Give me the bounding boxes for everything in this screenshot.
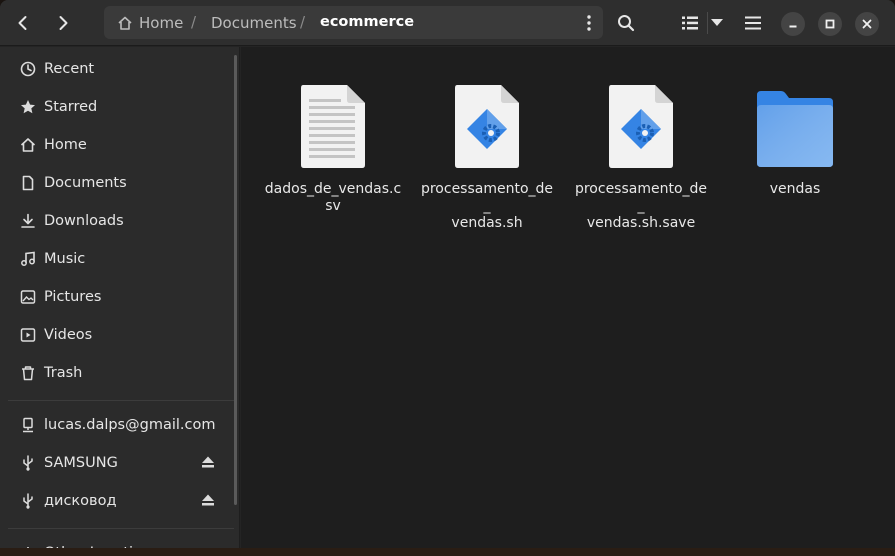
close-button[interactable] bbox=[855, 12, 879, 36]
sidebar-item-label: Music bbox=[44, 251, 86, 267]
menu-icon bbox=[745, 16, 761, 30]
file-manager-window: Home / Documents / ecommerce Recent Star… bbox=[0, 0, 895, 556]
breadcrumb-home[interactable]: Home bbox=[117, 14, 183, 32]
back-icon bbox=[18, 16, 27, 30]
forward-icon bbox=[59, 16, 68, 30]
main-menu-button[interactable] bbox=[736, 6, 770, 40]
list-view-icon bbox=[682, 16, 698, 30]
sidebar-item-label: Home bbox=[44, 137, 87, 153]
maximize-button[interactable] bbox=[818, 12, 842, 36]
file-name: processamento_de_ vendas.sh bbox=[420, 181, 554, 231]
sidebar-separator bbox=[8, 528, 234, 529]
sidebar-item-recent[interactable]: Recent bbox=[8, 51, 228, 87]
sidebar-item-label: lucas.dalps@gmail.com bbox=[44, 417, 216, 433]
eject-icon[interactable] bbox=[201, 493, 215, 511]
breadcrumb-home-label: Home bbox=[139, 14, 184, 32]
sidebar-item-label: SAMSUNG bbox=[44, 455, 118, 471]
desktop-background-strip bbox=[0, 548, 895, 556]
breadcrumb-documents[interactable]: Documents bbox=[211, 14, 297, 32]
online-account-icon bbox=[18, 415, 38, 435]
usb-icon bbox=[18, 453, 38, 473]
maximize-icon bbox=[825, 19, 835, 29]
file-grid: dados_de_vendas.c sv processamento_de_ ven… bbox=[241, 47, 895, 556]
header-bar: Home / Documents / ecommerce bbox=[0, 0, 895, 46]
sidebar-item-label: Starred bbox=[44, 99, 98, 115]
minimize-icon bbox=[789, 25, 797, 28]
file-name: vendas bbox=[769, 181, 821, 197]
sidebar-item-online-account[interactable]: lucas.dalps@gmail.com bbox=[8, 407, 228, 443]
sidebar-item-documents[interactable]: Documents bbox=[8, 165, 228, 201]
breadcrumb-separator: / bbox=[191, 13, 197, 31]
home-icon bbox=[118, 16, 132, 30]
text-file-icon bbox=[260, 73, 406, 169]
eject-icon[interactable] bbox=[201, 455, 215, 473]
folder-item[interactable]: vendas bbox=[722, 73, 868, 198]
download-icon bbox=[18, 211, 38, 231]
sidebar-item-label: Recent bbox=[44, 61, 95, 77]
script-file-icon bbox=[414, 73, 560, 169]
sidebar-item-downloads[interactable]: Downloads bbox=[8, 203, 228, 239]
sidebar-item-label: Videos bbox=[44, 327, 93, 343]
sidebar-item-videos[interactable]: Videos bbox=[8, 317, 228, 353]
folder-icon bbox=[722, 73, 868, 169]
music-icon bbox=[18, 249, 38, 269]
sidebar-item-trash[interactable]: Trash bbox=[8, 355, 228, 391]
trash-icon bbox=[18, 363, 38, 383]
sidebar-scrollbar[interactable] bbox=[234, 55, 237, 505]
sidebar-separator bbox=[8, 400, 234, 401]
sidebar-item-music[interactable]: Music bbox=[8, 241, 228, 277]
star-icon bbox=[18, 97, 38, 117]
path-bar: Home / Documents / ecommerce bbox=[104, 6, 603, 39]
sidebar-item-label: Trash bbox=[44, 365, 83, 381]
breadcrumb-current-label: ecommerce bbox=[320, 14, 415, 30]
usb-icon bbox=[18, 491, 38, 511]
sidebar-item-diskovod[interactable]: дисковод bbox=[8, 483, 228, 519]
minimize-button[interactable] bbox=[781, 12, 805, 36]
forward-button[interactable] bbox=[46, 6, 80, 40]
breadcrumb-separator: / bbox=[300, 13, 306, 31]
script-file-icon bbox=[568, 73, 714, 169]
file-name: processamento_de_ vendas.sh.save bbox=[574, 181, 708, 231]
path-menu-button[interactable] bbox=[576, 7, 602, 38]
view-options-button[interactable] bbox=[702, 6, 732, 40]
video-icon bbox=[18, 325, 38, 345]
clock-icon bbox=[18, 59, 38, 79]
file-item[interactable]: processamento_de_ vendas.sh.save bbox=[568, 73, 714, 232]
sidebar-item-starred[interactable]: Starred bbox=[8, 89, 228, 125]
document-icon bbox=[18, 173, 38, 193]
back-button[interactable] bbox=[6, 6, 40, 40]
sidebar: Recent Starred Home Documents Downloads … bbox=[0, 47, 240, 556]
file-name: dados_de_vendas.c sv bbox=[264, 181, 402, 214]
sidebar-item-samsung[interactable]: SAMSUNG bbox=[8, 445, 228, 481]
sidebar-item-label: Downloads bbox=[44, 213, 124, 229]
picture-icon bbox=[18, 287, 38, 307]
search-button[interactable] bbox=[609, 6, 643, 40]
sidebar-item-label: Documents bbox=[44, 175, 127, 191]
sidebar-item-label: Pictures bbox=[44, 289, 102, 305]
file-item[interactable]: dados_de_vendas.c sv bbox=[260, 73, 406, 215]
sidebar-item-label: дисковод bbox=[44, 493, 117, 509]
breadcrumb-current[interactable]: ecommerce bbox=[320, 14, 414, 30]
home-icon bbox=[18, 135, 38, 155]
sidebar-item-pictures[interactable]: Pictures bbox=[8, 279, 228, 315]
search-icon bbox=[618, 15, 635, 32]
vertical-dots-icon bbox=[587, 14, 591, 31]
close-icon bbox=[862, 19, 872, 29]
breadcrumb-documents-label: Documents bbox=[211, 14, 297, 32]
file-item[interactable]: processamento_de_ vendas.sh bbox=[414, 73, 560, 232]
chevron-down-icon bbox=[711, 19, 723, 26]
sidebar-item-home[interactable]: Home bbox=[8, 127, 228, 163]
